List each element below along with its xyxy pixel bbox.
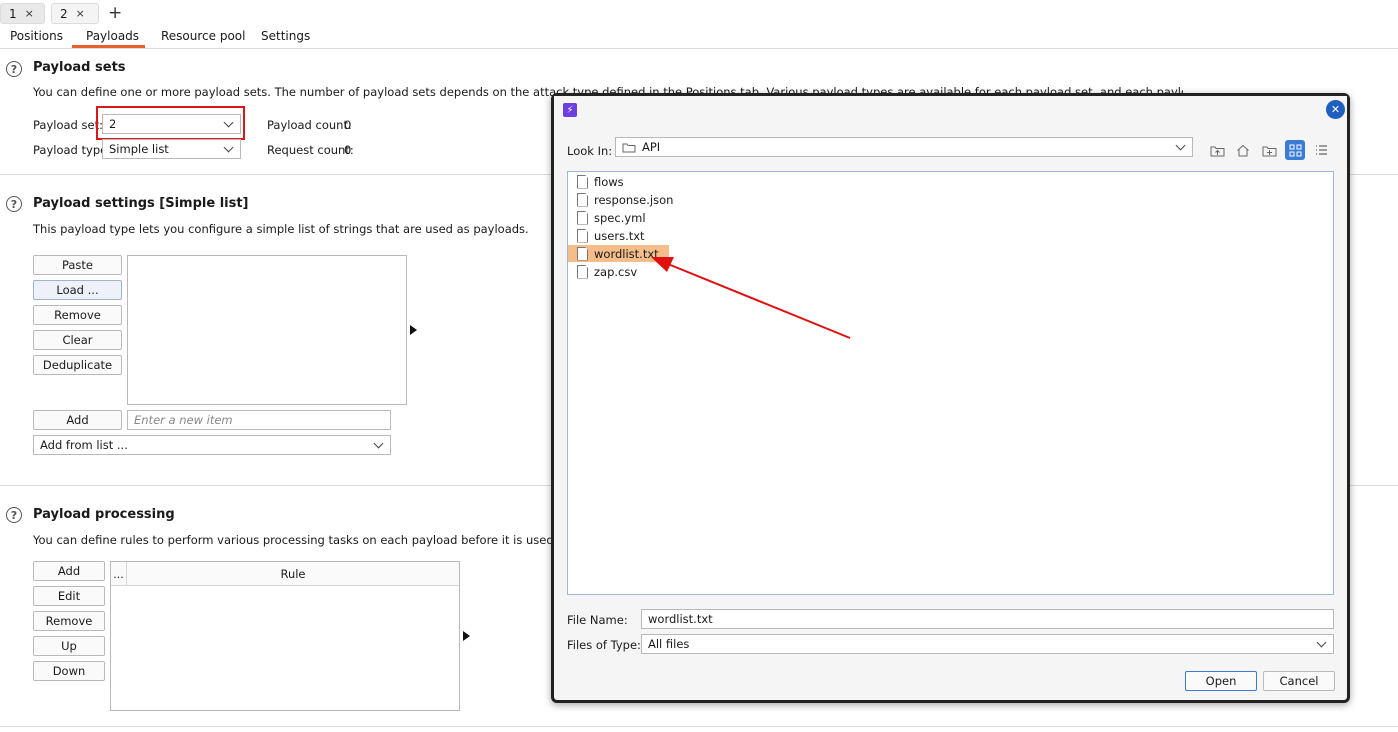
arrow-shaft [667,263,851,339]
annotation-arrow [651,257,851,339]
